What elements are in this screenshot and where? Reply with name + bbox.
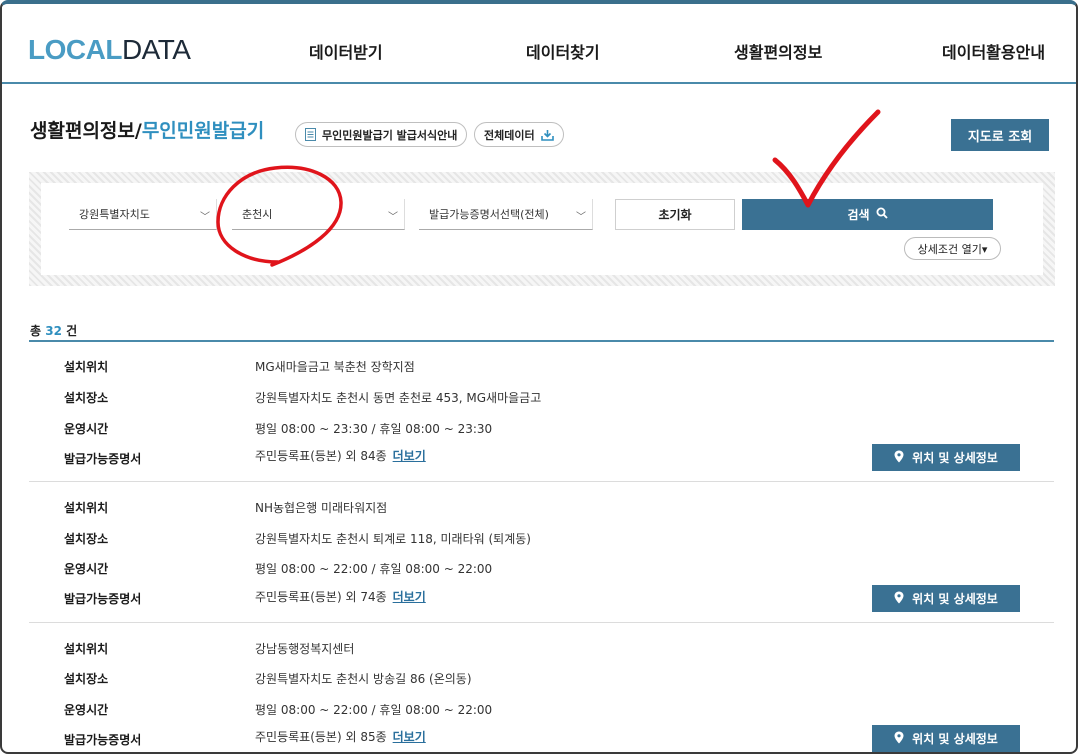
place-label: 설치장소 <box>64 391 109 405</box>
search-button[interactable]: 검색 <box>742 199 993 230</box>
location-label: 설치위치 <box>64 360 109 374</box>
more-link[interactable]: 더보기 <box>393 730 426 744</box>
site-header: LOCALDATA 데이터받기 데이터찾기 생활편의정보 데이터활용안내 <box>2 4 1076 84</box>
location-value: NH농협은행 미래타워지점 <box>255 501 388 515</box>
certs-text: 주민등록표(등본) 외 74종 <box>255 590 387 604</box>
location-detail-label: 위치 및 상세정보 <box>912 732 998 746</box>
location-value: 강남동행정복지센터 <box>255 642 355 656</box>
certificate-select[interactable]: 발급가능증명서선택(전체) ﹀ <box>419 199 593 230</box>
search-button-label: 검색 <box>847 208 870 222</box>
certs-label: 발급가능증명서 <box>64 452 142 466</box>
result-count-suffix: 건 <box>66 324 78 338</box>
result-item: 설치위치 강남동행정복지센터 설치장소 강원특별자치도 춘천시 방송길 86 (… <box>29 624 1054 752</box>
map-pin-icon <box>894 591 904 607</box>
result-separator <box>29 481 1054 482</box>
form-guide-button[interactable]: 무인민원발급기 발급서식안내 <box>295 122 468 147</box>
certs-value: 주민등록표(등본) 외 84종 더보기 <box>255 447 426 464</box>
nav-data-search[interactable]: 데이터찾기 <box>526 39 600 63</box>
download-icon <box>540 129 554 141</box>
more-link[interactable]: 더보기 <box>393 449 426 463</box>
document-icon <box>305 128 316 141</box>
hours-label: 운영시간 <box>64 703 109 717</box>
certs-value: 주민등록표(등본) 외 85종 더보기 <box>255 728 426 745</box>
region-select-value: 강원특별자치도 <box>79 208 150 221</box>
location-label: 설치위치 <box>64 501 109 515</box>
place-value: 강원특별자치도 춘천시 동면 춘천로 453, MG새마을금고 <box>255 391 542 405</box>
all-data-button[interactable]: 전체데이터 <box>474 122 564 147</box>
certs-label: 발급가능증명서 <box>64 592 142 606</box>
site-logo[interactable]: LOCALDATA <box>28 34 191 66</box>
result-count-prefix: 총 <box>30 324 42 338</box>
certificate-select-value: 발급가능증명서선택(전체) <box>429 208 549 221</box>
all-data-label: 전체데이터 <box>484 128 535 142</box>
city-select[interactable]: 춘천시 ﹀ <box>232 199 405 230</box>
location-label: 설치위치 <box>64 642 109 656</box>
nav-data-guide[interactable]: 데이터활용안내 <box>942 39 1045 63</box>
form-guide-label: 무인민원발급기 발급서식안내 <box>322 128 458 142</box>
nav-data-download[interactable]: 데이터받기 <box>309 39 383 63</box>
hours-label: 운영시간 <box>64 422 109 436</box>
nav-life-info[interactable]: 생활편의정보 <box>734 39 822 63</box>
search-icon <box>876 207 888 222</box>
location-detail-label: 위치 및 상세정보 <box>912 451 998 465</box>
certs-text: 주민등록표(등본) 외 84종 <box>255 449 387 463</box>
map-pin-icon <box>894 450 904 466</box>
chevron-down-icon: ﹀ <box>576 212 586 223</box>
city-select-value: 춘천시 <box>242 208 273 221</box>
place-label: 설치장소 <box>64 672 109 686</box>
hours-value: 평일 08:00 ~ 23:30 / 휴일 08:00 ~ 23:30 <box>255 422 493 436</box>
place-value: 강원특별자치도 춘천시 퇴계로 118, 미래타워 (퇴계동) <box>255 532 531 546</box>
location-value: MG새마을금고 북춘천 장학지점 <box>255 360 415 374</box>
more-link[interactable]: 더보기 <box>393 590 426 604</box>
title-main: 생활편의정보/ <box>30 120 142 142</box>
logo-data: DATA <box>121 34 191 65</box>
certs-label: 발급가능증명서 <box>64 733 142 747</box>
location-detail-button[interactable]: 위치 및 상세정보 <box>872 725 1020 752</box>
certs-value: 주민등록표(등본) 외 74종 더보기 <box>255 588 426 605</box>
detail-conditions-toggle[interactable]: 상세조건 열기▾ <box>904 237 1001 260</box>
map-pin-icon <box>894 731 904 747</box>
logo-local: LOCAL <box>28 34 122 65</box>
page-title: 생활편의정보/무인민원발급기 <box>30 116 264 143</box>
page-frame: LOCALDATA 데이터받기 데이터찾기 생활편의정보 데이터활용안내 생활편… <box>0 0 1078 754</box>
result-item: 설치위치 MG새마을금고 북춘천 장학지점 설치장소 강원특별자치도 춘천시 동… <box>29 342 1054 482</box>
place-label: 설치장소 <box>64 532 109 546</box>
chevron-down-icon: ﹀ <box>200 212 210 223</box>
title-accent: 무인민원발급기 <box>141 120 265 142</box>
result-count: 총 32 건 <box>30 322 77 339</box>
certs-text: 주민등록표(등본) 외 85종 <box>255 730 387 744</box>
result-separator <box>29 622 1054 623</box>
hours-value: 평일 08:00 ~ 22:00 / 휴일 08:00 ~ 22:00 <box>255 703 493 717</box>
result-count-number: 32 <box>45 324 62 338</box>
reset-button[interactable]: 초기화 <box>615 199 735 230</box>
location-detail-button[interactable]: 위치 및 상세정보 <box>872 585 1020 612</box>
hours-label: 운영시간 <box>64 562 109 576</box>
region-select[interactable]: 강원특별자치도 ﹀ <box>69 199 217 230</box>
map-search-button[interactable]: 지도로 조회 <box>951 119 1049 151</box>
location-detail-label: 위치 및 상세정보 <box>912 592 998 606</box>
location-detail-button[interactable]: 위치 및 상세정보 <box>872 444 1020 471</box>
chevron-down-icon: ﹀ <box>388 212 398 223</box>
hours-value: 평일 08:00 ~ 22:00 / 휴일 08:00 ~ 22:00 <box>255 562 493 576</box>
result-item: 설치위치 NH농협은행 미래타워지점 설치장소 강원특별자치도 춘천시 퇴계로 … <box>29 483 1054 623</box>
place-value: 강원특별자치도 춘천시 방송길 86 (온의동) <box>255 672 472 686</box>
